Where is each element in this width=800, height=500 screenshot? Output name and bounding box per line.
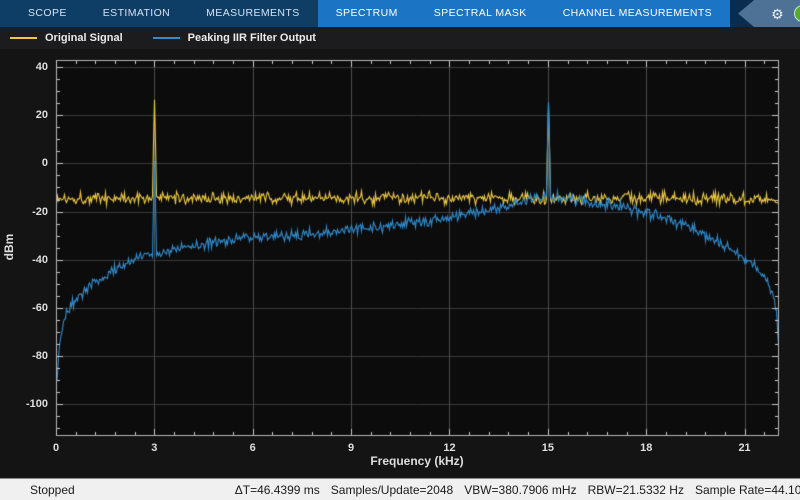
- legend-line-swatch: [152, 37, 180, 39]
- tab-channel-measurements[interactable]: CHANNEL MEASUREMENTS: [544, 0, 731, 27]
- spectrum-analyzer-window: SCOPE ESTIMATION MEASUREMENTS SPECTRUM SPECT…: [0, 0, 800, 500]
- x-tick-label-9: 9: [348, 442, 355, 454]
- status-metric-0: ΔT=46.4399 ms: [234, 482, 320, 497]
- x-tick-label-21: 21: [738, 442, 751, 454]
- x-tick-label-6: 6: [249, 442, 256, 454]
- status-metric-1: Samples/Update=2048: [330, 482, 454, 497]
- spectrum-chart-canvas[interactable]: [0, 49, 800, 478]
- legend-entry-peaking-iir-filter-output[interactable]: Peaking IIR Filter Output: [152, 32, 316, 44]
- status-metric-3: RBW=21.5332 Hz: [587, 482, 684, 497]
- legend-line-swatch: [10, 37, 37, 39]
- x-tick-label-18: 18: [640, 442, 653, 454]
- y-tick-label--20: -20: [32, 205, 48, 218]
- toolstrip-tab-list: SCOPE ESTIMATION MEASUREMENTS SPECTRUM SPECT…: [0, 0, 731, 27]
- y-tick-label--60: -60: [32, 301, 48, 314]
- status-state: Stopped: [30, 482, 75, 497]
- status-bar: Stopped ΔT=46.4399 ms Samples/Update=2048…: [0, 478, 800, 500]
- x-axis-label: Frequency (kHz): [370, 454, 464, 468]
- y-tick-label--40: -40: [32, 253, 48, 266]
- legend-bar: Original Signal Peaking IIR Filter Output: [0, 27, 800, 49]
- tab-spectrum[interactable]: SPECTRUM: [317, 0, 416, 27]
- status-metric-4: Sample Rate=44.1000 kHz: [694, 482, 800, 497]
- toolstrip: SCOPE ESTIMATION MEASUREMENTS SPECTRUM SPECT…: [0, 0, 800, 27]
- spectrum-plot-area: dBm Frequency (kHz) 40 20 0 -20 -40 -60 -80 -10…: [0, 49, 800, 478]
- toolstrip-right-area: ⚙•••: [730, 0, 800, 27]
- legend-label: Original Signal: [45, 32, 123, 44]
- gear-settings-icon[interactable]: ⚙: [771, 7, 784, 21]
- y-tick-label-0: 0: [41, 157, 48, 170]
- status-metrics: ΔT=46.4399 ms Samples/Update=2048 VBW=380.…: [235, 483, 800, 497]
- y-tick-label--80: -80: [32, 349, 48, 362]
- y-tick-label-40: 40: [35, 61, 48, 74]
- y-tick-label--100: -100: [25, 398, 48, 410]
- tab-scope[interactable]: SCOPE: [10, 0, 85, 27]
- run-play-button[interactable]: [793, 5, 800, 22]
- x-tick-label-3: 3: [151, 442, 158, 454]
- legend-label: Peaking IIR Filter Output: [187, 32, 316, 44]
- tab-measurements[interactable]: MEASUREMENTS: [188, 0, 317, 27]
- x-tick-label-12: 12: [443, 442, 456, 454]
- tab-spectral-mask[interactable]: SPECTRAL MASK: [415, 0, 545, 27]
- status-metric-2: VBW=380.7906 mHz: [464, 482, 577, 497]
- quick-access-banner: ⚙•••: [738, 0, 800, 27]
- y-tick-label-20: 20: [35, 109, 48, 122]
- legend-entry-original-signal[interactable]: Original Signal: [10, 32, 123, 44]
- x-tick-label-0: 0: [52, 442, 60, 454]
- tab-estimation[interactable]: ESTIMATION: [85, 0, 188, 27]
- x-tick-label-15: 15: [541, 442, 554, 454]
